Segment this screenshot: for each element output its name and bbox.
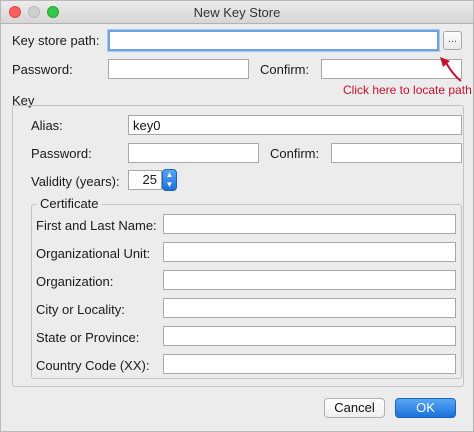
title-bar: New Key Store (1, 1, 473, 24)
first-last-name-input[interactable] (163, 214, 456, 234)
browse-path-button[interactable]: ... (443, 31, 462, 50)
state-province-input[interactable] (163, 326, 456, 346)
organizational-unit-input[interactable] (163, 242, 456, 262)
validity-label: Validity (years): (31, 174, 120, 189)
country-code-label: Country Code (XX): (36, 358, 150, 373)
organization-label: Organization: (36, 274, 114, 289)
validity-years-input[interactable]: 25 (128, 170, 162, 190)
new-key-store-dialog: New Key Store Key store path: ... Passwo… (0, 0, 474, 432)
first-last-name-label: First and Last Name: (36, 218, 157, 233)
alias-input[interactable] (128, 115, 462, 135)
city-locality-label: City or Locality: (36, 302, 125, 317)
key-store-path-input[interactable] (108, 30, 439, 51)
keystore-password-input[interactable] (108, 59, 249, 79)
key-confirm-label: Confirm: (270, 146, 320, 161)
certificate-group-label: Certificate (37, 196, 102, 211)
keystore-confirm-label: Confirm: (260, 62, 310, 77)
state-province-label: State or Province: (36, 330, 140, 345)
locate-path-hint: Click here to locate path (343, 83, 472, 97)
validity-stepper[interactable]: ▲ ▼ (162, 169, 177, 191)
key-confirm-input[interactable] (331, 143, 462, 163)
organizational-unit-label: Organizational Unit: (36, 246, 151, 261)
alias-label: Alias: (31, 118, 63, 133)
city-locality-input[interactable] (163, 298, 456, 318)
keystore-password-label: Password: (12, 62, 73, 77)
key-password-input[interactable] (128, 143, 259, 163)
key-password-label: Password: (31, 146, 92, 161)
ok-button[interactable]: OK (395, 398, 456, 418)
cancel-button[interactable]: Cancel (324, 398, 385, 418)
stepper-up-icon[interactable]: ▲ (163, 170, 176, 180)
window-title: New Key Store (193, 5, 281, 20)
stepper-down-icon[interactable]: ▼ (163, 180, 176, 190)
organization-input[interactable] (163, 270, 456, 290)
annotation-arrow-icon (440, 57, 462, 82)
key-store-path-label: Key store path: (12, 33, 100, 48)
country-code-input[interactable] (163, 354, 456, 374)
